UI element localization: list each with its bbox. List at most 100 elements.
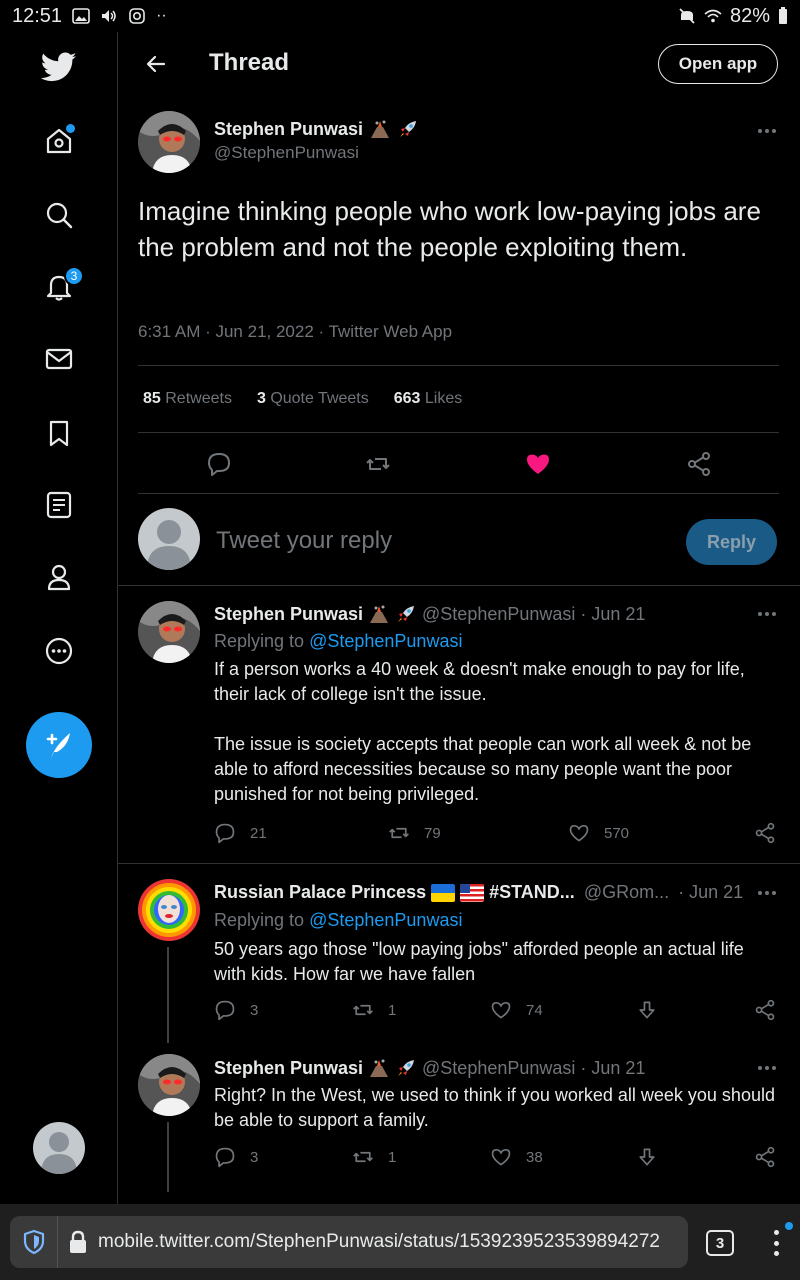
sidebar-item-home[interactable] <box>34 116 84 166</box>
reply-date[interactable]: · Jun 21 <box>678 882 743 903</box>
status-bar: 12:51 ·· 82% <box>0 0 800 32</box>
sidebar-item-profile[interactable] <box>34 552 84 602</box>
search-icon <box>46 202 73 229</box>
reply-date[interactable]: · Jun 21 <box>580 604 645 625</box>
reply-icon <box>215 1147 235 1168</box>
tabs-button[interactable]: 3 <box>706 1230 734 1256</box>
replying-to: Replying to @StephenPunwasi <box>214 910 463 930</box>
reply-action[interactable] <box>199 444 239 484</box>
like-action[interactable]: 570 <box>568 822 629 844</box>
lock-button[interactable] <box>58 1216 98 1268</box>
tweet-more-button[interactable] <box>752 121 782 141</box>
divider <box>118 863 800 864</box>
lists-icon <box>46 491 72 519</box>
author-photo <box>138 111 200 173</box>
mention-link[interactable]: @StephenPunwasi <box>309 910 462 930</box>
retweet-action[interactable] <box>358 444 398 484</box>
share-action[interactable] <box>754 999 776 1021</box>
reply-icon <box>208 453 230 476</box>
share-icon <box>755 822 775 844</box>
like-action[interactable] <box>518 444 558 484</box>
sidebar-item-messages[interactable] <box>34 334 84 384</box>
reply-author-handle[interactable]: @StephenPunwasi <box>422 1058 575 1079</box>
share-action[interactable] <box>679 444 719 484</box>
downvote-action[interactable] <box>636 1146 658 1168</box>
retweet-action[interactable]: 1 <box>352 999 396 1021</box>
reply-text: If a person works a 40 week & doesn't ma… <box>214 659 752 804</box>
reply-icon <box>215 1000 235 1021</box>
reply-input[interactable]: Tweet your reply <box>216 527 392 555</box>
status-more-dots: ·· <box>156 7 167 24</box>
account-avatar[interactable] <box>33 1122 85 1174</box>
sidebar-item-bookmarks[interactable] <box>34 408 84 458</box>
share-action[interactable] <box>754 1146 776 1168</box>
tweet-more-button[interactable] <box>752 604 782 624</box>
feather-plus-icon <box>46 733 70 758</box>
tweet-more-button[interactable] <box>752 883 782 903</box>
retweets-stat[interactable]: 85 Retweets <box>143 390 232 408</box>
reply-actions: 3 1 38 <box>214 1146 780 1176</box>
like-action[interactable]: 74 <box>490 999 543 1021</box>
volume-icon <box>102 10 116 22</box>
like-action[interactable]: 38 <box>490 1146 543 1168</box>
reply-icon <box>215 823 235 844</box>
reply-header: Stephen Punwasi @StephenPunwasi · Jun 21 <box>214 603 645 625</box>
retweet-icon <box>389 827 409 839</box>
rocket-emoji-icon <box>398 1060 415 1076</box>
twitter-logo-button[interactable] <box>34 42 84 92</box>
address-bar[interactable]: mobile.twitter.com/StephenPunwasi/status… <box>10 1216 688 1268</box>
quote-tweets-stat[interactable]: 3 Quote Tweets <box>257 390 369 408</box>
more-horizontal-icon <box>758 612 776 616</box>
reply-author-handle[interactable]: @StephenPunwasi <box>422 604 575 625</box>
sidebar-item-lists[interactable] <box>34 480 84 530</box>
reply-date[interactable]: · Jun 21 <box>580 1058 645 1079</box>
sidebar-item-explore[interactable] <box>34 190 84 240</box>
reply-text: Right? In the West, we used to think if … <box>214 1085 775 1130</box>
tweet-timestamp[interactable]: 6:31 AM · Jun 21, 2022 · Twitter Web App <box>138 322 452 342</box>
author-handle[interactable]: @StephenPunwasi <box>214 143 359 163</box>
reply-avatar[interactable] <box>138 601 200 663</box>
downvote-action[interactable] <box>636 999 658 1021</box>
sidebar-item-notifications[interactable]: 3 <box>34 262 84 312</box>
divider <box>138 432 779 433</box>
reply-avatar[interactable] <box>138 1054 200 1116</box>
browser-menu-button[interactable] <box>766 1226 786 1260</box>
mute-icon <box>679 8 695 24</box>
rainbow-avatar-photo <box>138 879 200 941</box>
share-action[interactable] <box>754 822 776 844</box>
us-flag-icon <box>460 883 485 902</box>
reply-header: Stephen Punwasi @StephenPunwasi · Jun 21 <box>214 1057 645 1079</box>
reply-author-name[interactable]: Stephen Punwasi <box>214 1058 363 1079</box>
author-photo <box>138 1054 200 1116</box>
author-name[interactable]: Stephen Punwasi <box>214 119 363 140</box>
arrow-left-icon <box>146 55 166 73</box>
tracker-shield-button[interactable] <box>10 1216 58 1268</box>
retweet-action[interactable]: 79 <box>388 822 441 844</box>
open-app-button[interactable]: Open app <box>658 44 778 84</box>
reply-button[interactable]: Reply <box>686 519 777 565</box>
author-photo <box>138 601 200 663</box>
heart-icon <box>491 1148 511 1166</box>
reply-action[interactable]: 3 <box>214 999 258 1021</box>
wifi-icon <box>704 9 722 23</box>
compose-tweet-button[interactable] <box>26 712 92 778</box>
reply-author-name[interactable]: Stephen Punwasi <box>214 604 363 625</box>
back-button[interactable] <box>138 46 174 82</box>
tweet-more-button[interactable] <box>752 1058 782 1078</box>
home-new-dot <box>66 124 75 133</box>
thread-column: Thread Open app Stephen Punwasi @Stephen… <box>118 32 800 1204</box>
author-avatar[interactable] <box>138 111 200 173</box>
reply-action[interactable]: 21 <box>214 822 267 844</box>
arrow-down-icon <box>639 1001 655 1019</box>
reply-action[interactable]: 3 <box>214 1146 258 1168</box>
reply-author-handle[interactable]: @GRom... <box>584 882 669 903</box>
likes-stat[interactable]: 663 Likes <box>394 390 463 408</box>
sidebar-item-more[interactable] <box>34 626 84 676</box>
retweet-action[interactable]: 1 <box>352 1146 396 1168</box>
reply-avatar[interactable] <box>138 879 200 941</box>
reply-text: 50 years ago those "low paying jobs" aff… <box>214 939 744 984</box>
mention-link[interactable]: @StephenPunwasi <box>309 631 462 651</box>
gallery-icon <box>72 8 90 24</box>
url-text[interactable]: mobile.twitter.com/StephenPunwasi/status… <box>98 1231 660 1253</box>
reply-author-name[interactable]: Russian Palace Princess <box>214 882 426 903</box>
